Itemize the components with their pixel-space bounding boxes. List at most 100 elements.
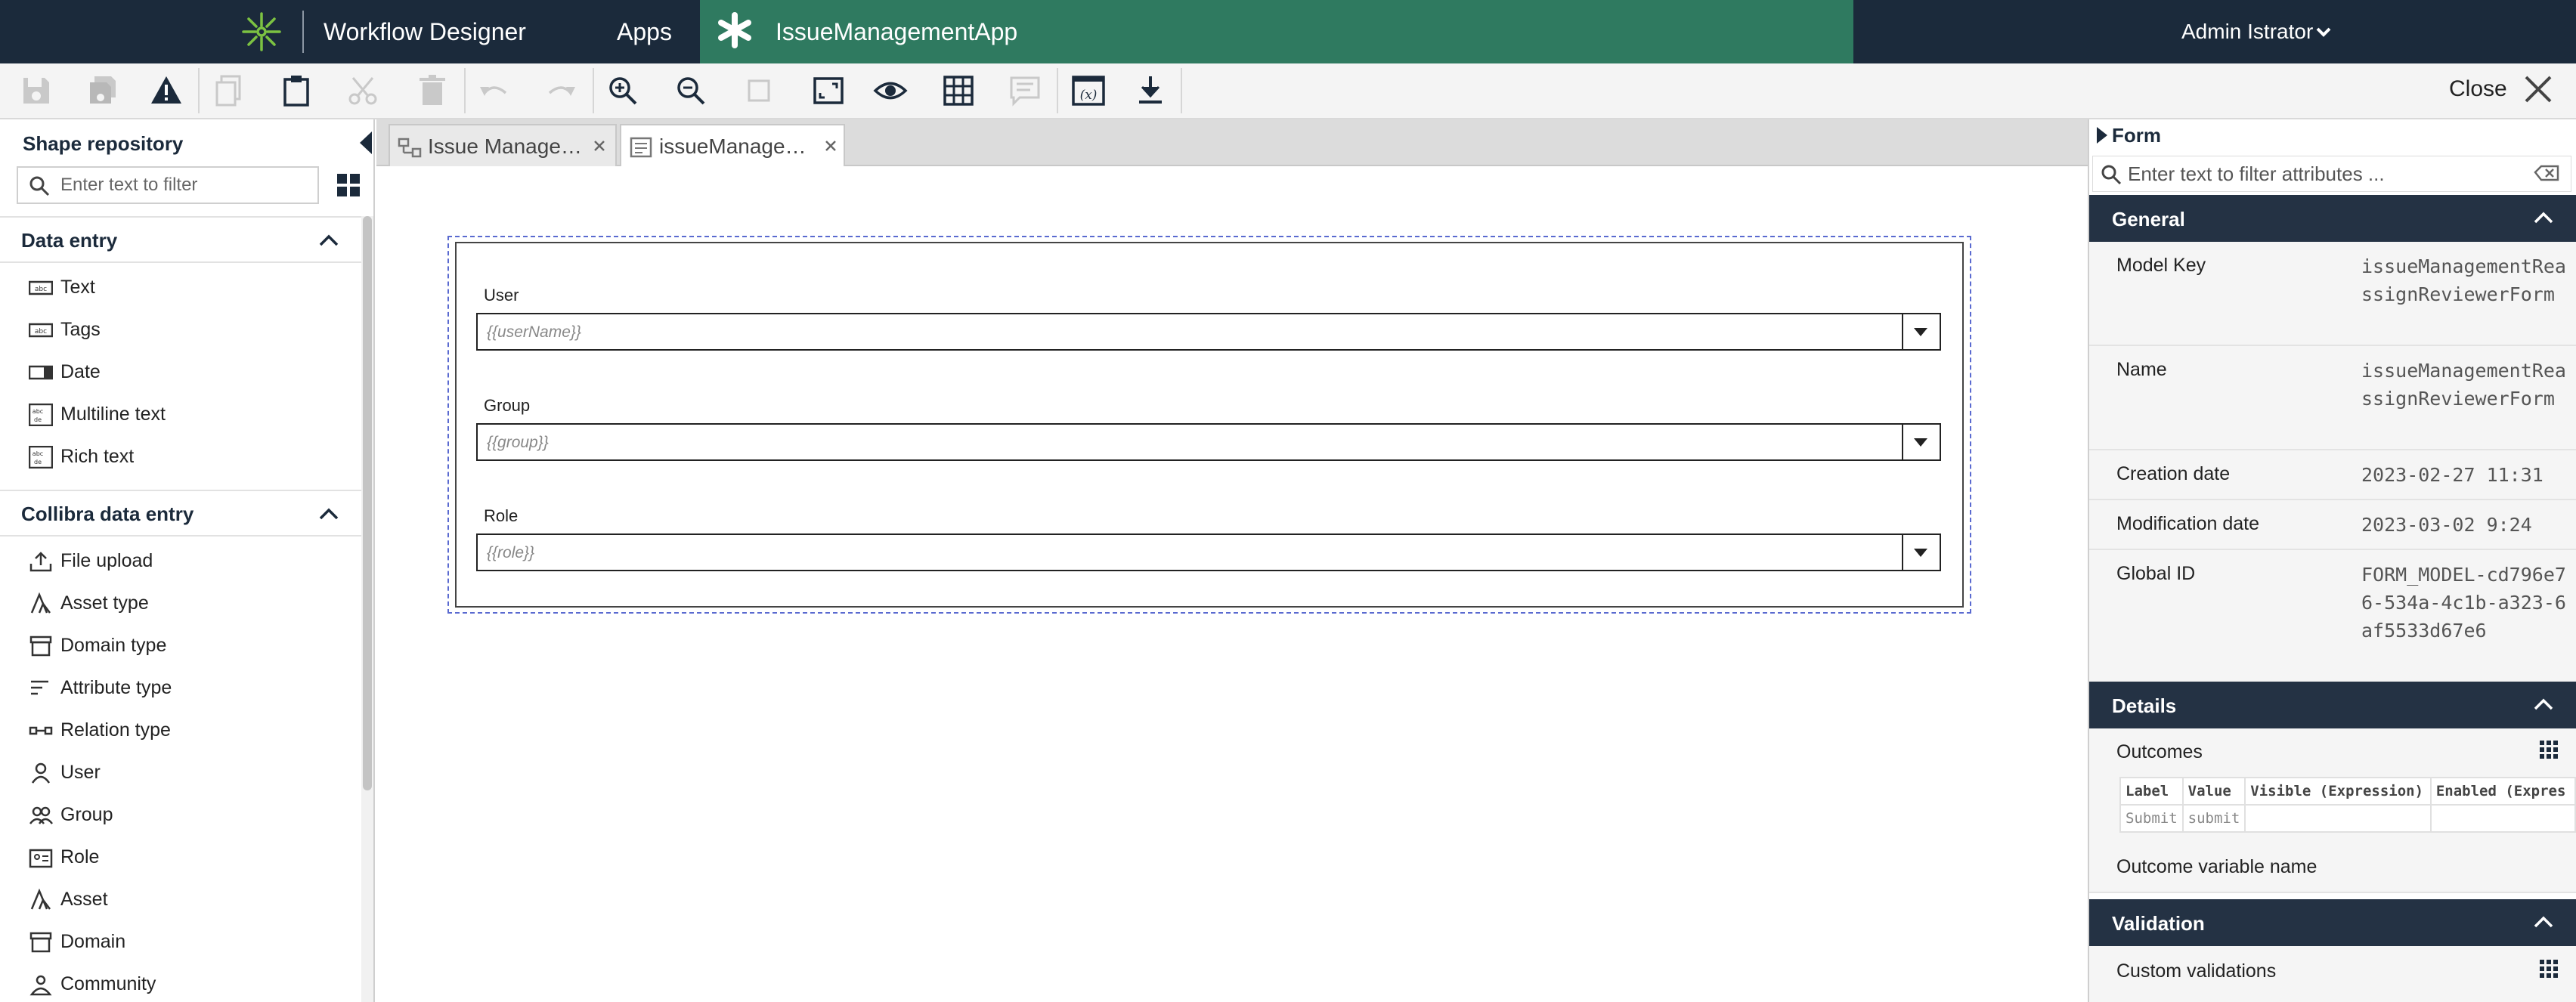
toolbar-separator [1057, 68, 1058, 113]
edit-table-grid-icon[interactable] [2538, 739, 2559, 760]
property-row-creation-date[interactable]: Creation date 2023-02-27 11:31 [2089, 450, 2576, 500]
shape-item-tags[interactable]: abc Tags [0, 308, 361, 351]
shape-item-label: Text [60, 277, 95, 298]
group-select-field[interactable]: {{group}} [476, 423, 1941, 461]
caret-down-icon[interactable] [1912, 435, 1929, 449]
editor-tab-process[interactable]: Issue Manage… [389, 124, 617, 166]
property-row-modification-date[interactable]: Modification date 2023-03-02 9:24 [2089, 500, 2576, 550]
download-button[interactable] [1128, 68, 1173, 113]
delete-button[interactable] [410, 68, 455, 113]
toolbar-separator [593, 68, 594, 113]
chevron-up-icon[interactable] [2531, 692, 2556, 718]
grid-button[interactable] [936, 68, 981, 113]
close-tab-icon[interactable] [822, 138, 839, 154]
paste-button[interactable] [274, 68, 319, 113]
shape-item-label: Attribute type [60, 677, 172, 698]
undo-button[interactable] [472, 68, 517, 113]
chevron-up-icon[interactable] [316, 228, 342, 254]
app-title: Workflow Designer [324, 18, 526, 45]
shape-item-label: Community [60, 973, 156, 994]
copy-button[interactable] [206, 68, 251, 113]
close-editor-button[interactable]: Close [2449, 74, 2507, 104]
chevron-down-icon[interactable] [2313, 21, 2334, 42]
comment-button[interactable] [1002, 68, 1048, 113]
shape-item-user[interactable]: User [0, 751, 361, 793]
shape-item-asset-type[interactable]: Asset type [0, 582, 361, 624]
zoom-fit-button[interactable] [806, 68, 851, 113]
chevron-up-icon[interactable] [2531, 910, 2556, 936]
section-collibra-data-entry[interactable]: Collibra data entry [0, 490, 361, 537]
editor-tab-label: issueManage… [659, 135, 807, 158]
shape-item-label: Date [60, 361, 101, 382]
section-data-entry[interactable]: Data entry [0, 216, 361, 263]
table-row[interactable]: Submit submit [2119, 804, 2576, 833]
caret-down-icon[interactable] [1912, 546, 1929, 559]
shape-item-group[interactable]: Group [0, 793, 361, 836]
property-row-model-key[interactable]: Model Key issueManagementReassignReviewe… [2089, 242, 2576, 346]
apps-menu-link[interactable]: Apps [617, 15, 672, 48]
section-general[interactable]: General [2089, 195, 2576, 242]
edit-table-grid-icon[interactable] [2538, 958, 2559, 979]
current-app-name[interactable]: IssueManagementApp [776, 15, 1017, 48]
shape-item-text[interactable]: abc Text [0, 266, 361, 308]
attribute-filter-input[interactable] [2128, 159, 2521, 188]
table-cell[interactable]: Submit [2119, 804, 2184, 833]
role-select-field[interactable]: {{role}} [476, 533, 1941, 571]
section-details[interactable]: Details [2089, 682, 2576, 728]
shape-item-asset[interactable]: Asset [0, 878, 361, 920]
preview-button[interactable] [868, 68, 913, 113]
property-row-custom-validations[interactable]: Custom validations [2089, 946, 2576, 1002]
column-header: Value [2181, 777, 2246, 806]
shape-item-file-upload[interactable]: File upload [0, 540, 361, 582]
shape-item-domain[interactable]: Domain [0, 920, 361, 963]
zoom-in-button[interactable] [600, 68, 646, 113]
close-icon[interactable] [2522, 73, 2555, 106]
clear-filter-icon[interactable] [2534, 162, 2559, 184]
shape-item-domain-type[interactable]: Domain type [0, 624, 361, 666]
chevron-up-icon[interactable] [316, 502, 342, 527]
shape-item-rich-text[interactable]: abc de Rich text [0, 435, 361, 478]
shape-item-multiline-text[interactable]: abc de Multiline text [0, 393, 361, 435]
save-button[interactable] [14, 68, 59, 113]
validate-button[interactable] [144, 68, 189, 113]
table-cell[interactable] [2244, 804, 2432, 833]
shape-filter-input[interactable] [60, 171, 310, 199]
table-cell[interactable] [2429, 804, 2576, 833]
section-validation[interactable]: Validation [2089, 899, 2576, 946]
shape-item-relation-type[interactable]: Relation type [0, 709, 361, 751]
left-panel-scrollbar-thumb[interactable] [363, 216, 372, 790]
user-menu[interactable]: Admin Istrator [2181, 17, 2313, 47]
toolbar-separator [198, 68, 200, 113]
zoom-actual-button[interactable] [736, 68, 782, 113]
shape-item-role[interactable]: Role [0, 836, 361, 878]
collibra-logo-icon[interactable] [240, 11, 283, 53]
editor-tab-form[interactable]: issueManage… [620, 124, 845, 168]
expand-right-icon[interactable] [2095, 125, 2109, 145]
shape-item-attribute-type[interactable]: Attribute type [0, 666, 361, 709]
table-cell[interactable]: submit [2181, 804, 2246, 833]
zoom-out-button[interactable] [668, 68, 714, 113]
brand-separator [302, 11, 304, 53]
caret-down-icon[interactable] [1912, 325, 1929, 339]
cut-button[interactable] [340, 68, 385, 113]
download-icon [1139, 76, 1162, 104]
property-row-name[interactable]: Name issueManagementReassignReviewerForm [2089, 346, 2576, 450]
shape-item-date[interactable]: Date [0, 351, 361, 393]
variables-button[interactable]: (x) [1066, 68, 1111, 113]
shape-item-label: Rich text [60, 446, 135, 467]
redo-button[interactable] [538, 68, 584, 113]
collapse-left-icon[interactable] [358, 130, 373, 156]
column-header: Visible (Expression) [2244, 777, 2432, 806]
save-copy-button[interactable] [80, 68, 125, 113]
outcomes-table[interactable]: Label Value Visible (Expression) Enabled… [2119, 777, 2576, 833]
property-row-global-id[interactable]: Global ID FORM_MODEL-cd796e76-534a-4c1b-… [2089, 550, 2576, 685]
field-placeholder: {{group}} [487, 434, 549, 451]
form-model-icon [630, 137, 652, 158]
property-row-outcome-variable[interactable]: Outcome variable name [2089, 840, 2576, 893]
grid-view-icon[interactable] [336, 172, 361, 198]
chevron-up-icon[interactable] [2531, 206, 2556, 231]
shape-item-community[interactable]: Community [0, 963, 361, 1002]
close-tab-icon[interactable] [591, 138, 608, 154]
user-select-field[interactable]: {{userName}} [476, 313, 1941, 351]
tags-field-icon: abc [29, 323, 53, 338]
